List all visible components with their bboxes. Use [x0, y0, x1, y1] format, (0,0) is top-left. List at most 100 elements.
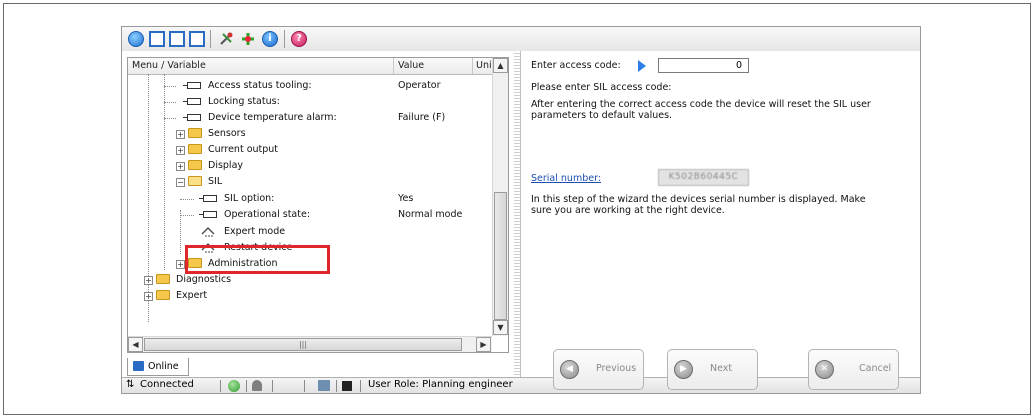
previous-button[interactable]: ◀ Previous [553, 349, 644, 390]
vertical-scrollbar[interactable]: ▲ ▼ [492, 58, 508, 336]
tree-row[interactable]: + Sensors [128, 126, 492, 142]
tree-row[interactable]: Locking status: [128, 94, 492, 110]
info-text: In this step of the wizard the devices s… [531, 194, 866, 205]
parameter-icon [183, 114, 201, 121]
view-layout-3-icon[interactable] [189, 31, 205, 47]
folder-icon [188, 144, 202, 154]
view-layout-1-icon[interactable] [149, 31, 165, 47]
folder-open-icon [188, 176, 202, 186]
expand-icon[interactable]: + [144, 276, 153, 285]
folder-icon [156, 290, 170, 300]
tree-label: Expert mode [224, 226, 286, 237]
folder-icon [188, 160, 202, 170]
tree-row[interactable]: Operational state: Normal mode [128, 207, 492, 223]
tree-row[interactable]: − SIL [128, 174, 492, 190]
info-text: After entering the correct access code t… [531, 99, 871, 110]
serial-number-link[interactable]: Serial number: [531, 173, 601, 184]
toolbar-separator [284, 30, 285, 48]
tree-row-expert-mode[interactable]: Expert mode [128, 224, 492, 240]
prompt-text: Please enter SIL access code: [531, 82, 672, 93]
tree-label: Sensors [208, 128, 246, 139]
tree-value: Operator [398, 80, 441, 91]
user-icon [252, 380, 262, 391]
button-label: Next [710, 363, 733, 374]
scroll-up-icon[interactable]: ▲ [493, 58, 508, 73]
info-text: sure you are working at the right device… [531, 205, 725, 216]
tree-row[interactable]: + Display [128, 158, 492, 174]
expand-icon[interactable]: + [176, 162, 185, 171]
access-code-label: Enter access code: [531, 60, 621, 71]
info-icon[interactable]: i [262, 31, 278, 47]
scroll-thumb[interactable]: ||| [144, 338, 462, 351]
status-bar: ⇅ Connected User Role: Planning engineer [122, 377, 920, 393]
expand-icon[interactable]: + [176, 146, 185, 155]
tab-label: Online [148, 361, 179, 372]
tree-header: Menu / Variable Value Uni [128, 58, 492, 75]
tree-label: Device temperature alarm: [208, 112, 337, 123]
scroll-thumb[interactable] [494, 192, 507, 320]
tree-panel: Menu / Variable Value Uni Access status … [127, 57, 509, 353]
view-layout-2-icon[interactable] [169, 31, 185, 47]
tools-icon[interactable] [218, 31, 234, 47]
serial-number-value: K502B60445C [658, 169, 749, 186]
tree-row[interactable]: + Expert [128, 288, 492, 304]
stop-icon [342, 381, 352, 391]
collapse-icon[interactable]: − [176, 178, 185, 187]
expand-icon[interactable]: + [176, 260, 185, 269]
tree-label: Display [208, 160, 244, 171]
tree-value: Normal mode [398, 209, 463, 220]
application-window: i ? Menu / Variable Value Uni Access sta… [121, 26, 921, 394]
help-icon[interactable]: ? [291, 31, 307, 47]
button-label: Previous [596, 363, 637, 374]
scroll-right-icon[interactable]: ▶ [476, 337, 491, 352]
tree-label: Expert [176, 290, 208, 301]
refresh-icon[interactable] [228, 380, 240, 392]
access-code-input[interactable]: 0 [658, 58, 749, 73]
tab-online[interactable]: Online [127, 358, 189, 376]
column-header-value[interactable]: Value [398, 60, 424, 71]
parameter-icon [183, 82, 201, 89]
column-divider[interactable] [472, 58, 473, 74]
tree-label: Diagnostics [176, 274, 232, 285]
highlight-box [185, 245, 330, 274]
folder-icon [188, 128, 202, 138]
next-button[interactable]: ▶ Next [667, 349, 758, 390]
horizontal-scrollbar[interactable]: ◀ ||| ▶ [128, 336, 492, 352]
tree-row[interactable]: + Diagnostics [128, 272, 492, 288]
online-icon [133, 361, 144, 371]
column-header-unit[interactable]: Uni [476, 60, 492, 71]
user-role: User Role: Planning engineer [368, 379, 513, 390]
close-icon: ✕ [815, 360, 834, 379]
wizard-panel: Enter access code: 0 Please enter SIL ac… [520, 51, 920, 390]
tree-label: Current output [208, 144, 279, 155]
home-icon[interactable] [128, 31, 144, 47]
connection-status: Connected [140, 379, 194, 390]
tree-row[interactable]: + Current output [128, 142, 492, 158]
tree-row[interactable]: SIL option: Yes [128, 191, 492, 207]
expand-icon[interactable]: + [176, 130, 185, 139]
arrow-left-icon: ◀ [560, 360, 579, 379]
cancel-button[interactable]: ✕ Cancel [808, 349, 899, 390]
toolbar: i ? [122, 27, 920, 51]
tree-row[interactable]: Device temperature alarm: Failure (F) [128, 110, 492, 126]
parameter-icon [183, 98, 201, 105]
folder-icon [156, 274, 170, 284]
arrow-right-icon: ▶ [674, 360, 693, 379]
column-divider[interactable] [393, 58, 394, 74]
column-header-menu[interactable]: Menu / Variable [132, 60, 206, 71]
parameter-icon [199, 211, 217, 218]
arrow-right-icon [638, 60, 646, 72]
tree-label: Operational state: [224, 209, 311, 220]
connected-icon: ⇅ [126, 379, 135, 390]
connect-icon[interactable] [240, 31, 256, 47]
tree-label: SIL [208, 176, 223, 187]
button-label: Cancel [859, 363, 892, 374]
tree-label: SIL option: [224, 193, 275, 204]
tree-value: Failure (F) [398, 112, 446, 123]
tree-row[interactable]: Access status tooling: Operator [128, 78, 492, 94]
scroll-down-icon[interactable]: ▼ [493, 320, 508, 335]
scroll-left-icon[interactable]: ◀ [128, 337, 143, 352]
device-icon [318, 380, 330, 391]
tree-value: Yes [398, 193, 414, 204]
expand-icon[interactable]: + [144, 292, 153, 301]
